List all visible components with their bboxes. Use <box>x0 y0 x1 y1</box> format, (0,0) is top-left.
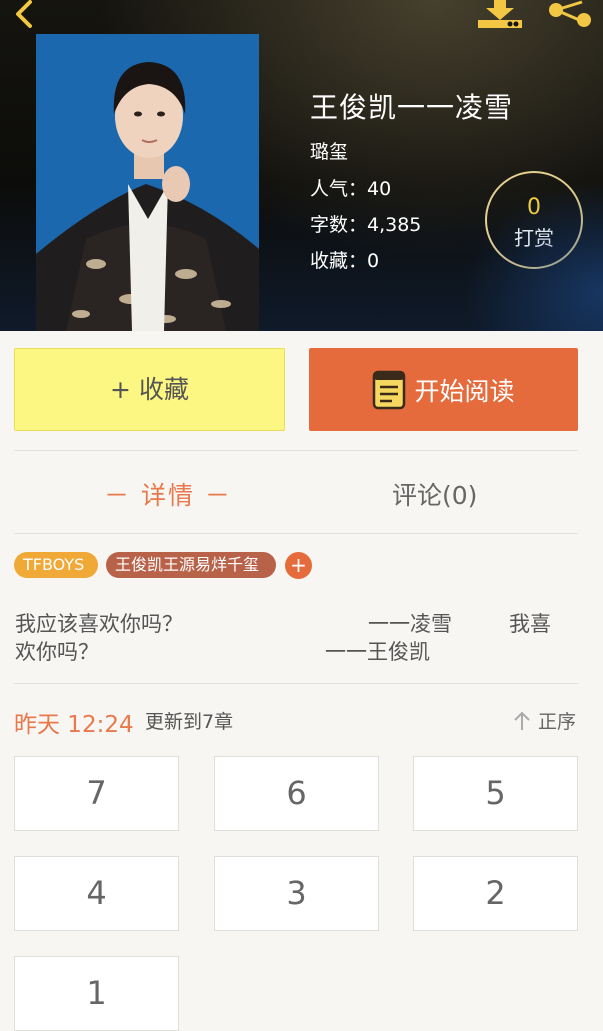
start-reading-label: 开始阅读 <box>414 376 515 406</box>
share-icon[interactable] <box>546 0 594 30</box>
chapter-button[interactable]: 1 <box>14 956 179 1031</box>
chapter-button[interactable]: 7 <box>14 756 179 831</box>
chapter-button[interactable]: 4 <box>14 856 179 931</box>
divider <box>14 450 578 451</box>
start-reading-button[interactable]: 开始阅读 <box>309 348 578 431</box>
update-status: 更新到7章 <box>145 711 234 733</box>
tab-detail[interactable]: － 详情 － <box>104 476 232 512</box>
reward-count: 0 <box>527 195 541 220</box>
chapter-button[interactable]: 3 <box>214 856 379 931</box>
back-arrow-icon[interactable] <box>4 0 44 30</box>
book-author: 璐玺 <box>310 141 349 163</box>
book-icon <box>373 370 406 409</box>
sort-order-label: 正序 <box>538 711 577 733</box>
add-tag-button[interactable]: + <box>285 552 312 579</box>
tag-members[interactable]: 王俊凯王源易烊千玺 <box>106 552 276 578</box>
popularity-stat: 人气：40 <box>310 178 392 200</box>
chapter-button[interactable]: 2 <box>413 856 578 931</box>
download-icon[interactable] <box>474 0 526 30</box>
description-line2-signature: 一一王俊凯 <box>325 640 430 664</box>
chapter-button[interactable]: 5 <box>413 756 578 831</box>
add-favorite-button[interactable]: + 收藏 <box>14 348 285 431</box>
description-line1-start: 我应该喜欢你吗？ <box>15 612 183 636</box>
book-cover-image <box>36 34 259 331</box>
divider <box>14 533 578 534</box>
description-line1-end: 我喜 <box>509 612 551 636</box>
word-count-stat: 字数：4,385 <box>310 214 422 236</box>
arrow-up-icon <box>514 711 530 730</box>
description-line1-signature: 一一凌雪 <box>368 612 452 636</box>
tab-comments[interactable]: 评论(0) <box>392 476 477 512</box>
sort-order-button[interactable]: 正序 <box>512 707 576 734</box>
description-line2-start: 欢你吗？ <box>15 640 99 664</box>
favorites-stat: 收藏：0 <box>310 250 380 272</box>
divider <box>14 683 578 684</box>
update-time: 昨天 12:24 <box>14 712 134 738</box>
reward-button[interactable]: 0 打赏 <box>485 171 583 269</box>
tag-tfboys[interactable]: TFBOYS <box>14 552 98 578</box>
book-header: 王俊凯一一凌雪 璐玺 人气：40 字数：4,385 收藏：0 0 打赏 <box>0 0 603 331</box>
chapter-button[interactable]: 6 <box>214 756 379 831</box>
book-title: 王俊凯一一凌雪 <box>310 91 514 124</box>
reward-label: 打赏 <box>514 226 554 250</box>
